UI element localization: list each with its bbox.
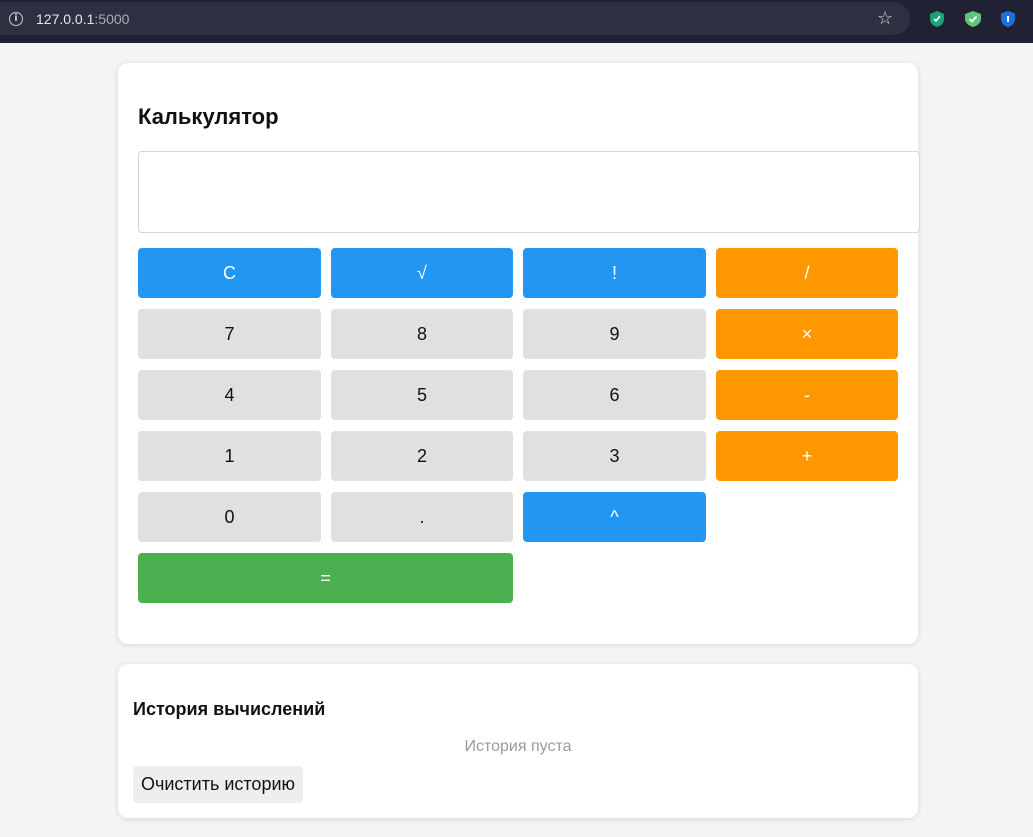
digit-9-button[interactable]: 9 bbox=[523, 309, 706, 359]
url-port: :5000 bbox=[94, 11, 130, 27]
equals-button[interactable]: = bbox=[138, 553, 513, 603]
bookmark-star-icon[interactable]: ☆ bbox=[877, 8, 893, 29]
decimal-point-button[interactable]: . bbox=[331, 492, 513, 542]
digit-1-button[interactable]: 1 bbox=[138, 431, 321, 481]
sqrt-button[interactable]: √ bbox=[331, 248, 513, 298]
multiply-button[interactable]: × bbox=[716, 309, 898, 359]
divide-button[interactable]: / bbox=[716, 248, 898, 298]
calculator-title: Калькулятор bbox=[138, 104, 279, 129]
power-button[interactable]: ^ bbox=[523, 492, 706, 542]
browser-toolbar: i 127.0.0.1:5000 ☆ bbox=[0, 0, 1033, 43]
clear-button[interactable]: C bbox=[138, 248, 321, 298]
bitwarden-extension-icon[interactable] bbox=[1000, 10, 1016, 28]
factorial-button[interactable]: ! bbox=[523, 248, 706, 298]
url-text[interactable]: 127.0.0.1:5000 bbox=[36, 11, 129, 27]
shield-extension-icon[interactable] bbox=[929, 10, 945, 28]
address-bar[interactable]: i 127.0.0.1:5000 ☆ bbox=[0, 2, 910, 35]
digit-4-button[interactable]: 4 bbox=[138, 370, 321, 420]
shield-check-extension-icon[interactable] bbox=[964, 10, 982, 28]
url-host: 127.0.0.1 bbox=[36, 11, 95, 27]
history-title: История вычислений bbox=[133, 699, 326, 719]
digit-0-button[interactable]: 0 bbox=[138, 492, 321, 542]
digit-7-button[interactable]: 7 bbox=[138, 309, 321, 359]
calculator-card: Калькулятор C √ ! / 7 8 9 × 4 5 6 - 1 2 … bbox=[118, 63, 920, 644]
calculator-display[interactable] bbox=[138, 151, 920, 233]
history-empty-message: История пуста bbox=[464, 738, 572, 755]
digit-6-button[interactable]: 6 bbox=[523, 370, 706, 420]
digit-8-button[interactable]: 8 bbox=[331, 309, 513, 359]
minus-button[interactable]: - bbox=[716, 370, 898, 420]
digit-3-button[interactable]: 3 bbox=[523, 431, 706, 481]
info-icon[interactable]: i bbox=[9, 12, 23, 26]
clear-history-button[interactable]: Очистить историю bbox=[133, 766, 303, 803]
digit-5-button[interactable]: 5 bbox=[331, 370, 513, 420]
digit-2-button[interactable]: 2 bbox=[331, 431, 513, 481]
plus-button[interactable]: + bbox=[716, 431, 898, 481]
history-card: История вычислений История пуста Очистит… bbox=[118, 664, 918, 818]
